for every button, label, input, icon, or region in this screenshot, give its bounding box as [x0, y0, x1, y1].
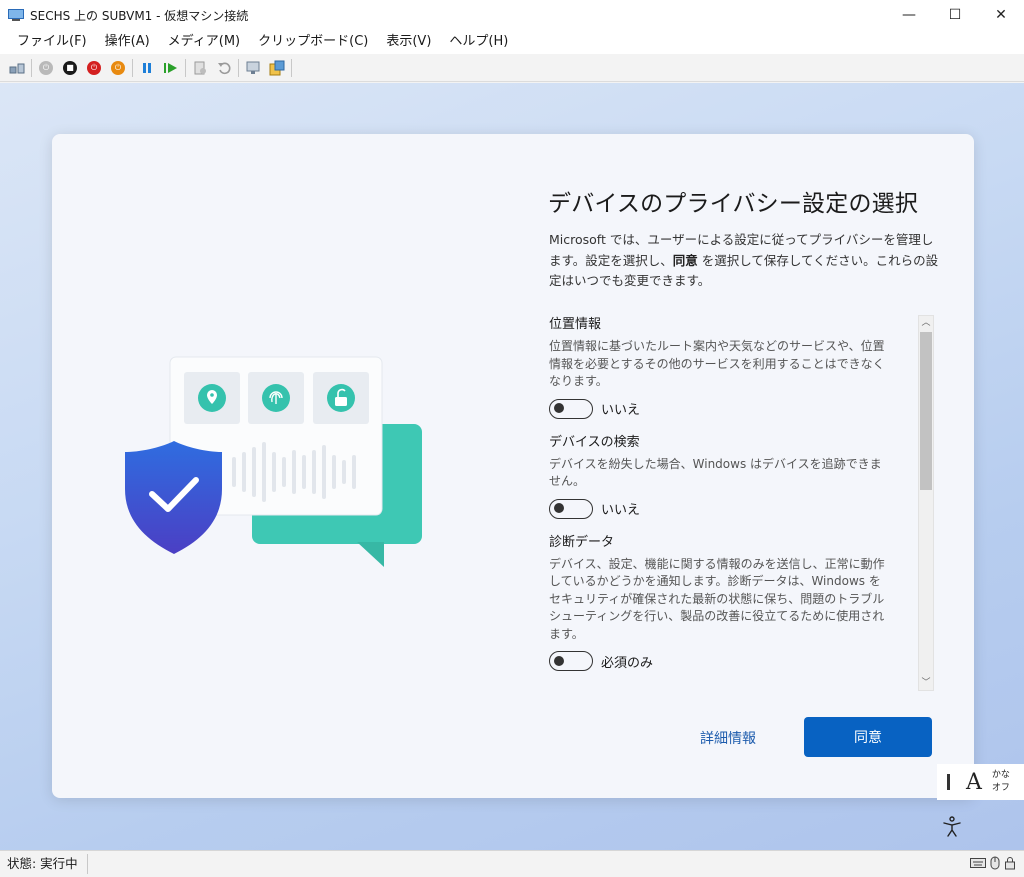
ime-cursor-icon [947, 774, 950, 790]
status-bar: 状態: 実行中 [0, 850, 1024, 877]
setting-title: 位置情報 [549, 317, 602, 332]
vm-display[interactable]: デバイスのプライバシー設定の選択 Microsoft では、ユーザーによる設定に… [0, 83, 1024, 850]
privacy-illustration [125, 356, 422, 567]
setting-title: 診断データ [549, 534, 615, 550]
revert-button[interactable] [212, 57, 236, 79]
setting-title: デバイスの検索 [549, 434, 640, 450]
toggle-state-label: いいえ [601, 403, 641, 418]
toolbar-separator [238, 58, 239, 77]
resume-icon [164, 62, 177, 73]
diagnostic-data-toggle[interactable] [549, 651, 593, 671]
scroll-up-icon[interactable]: ︿ [919, 316, 933, 330]
close-icon: ✕ [995, 7, 1007, 23]
enhanced-session-button[interactable] [241, 57, 265, 79]
checkpoint-button[interactable] [188, 57, 212, 79]
minimize-icon: — [902, 7, 916, 23]
menu-file[interactable]: ファイル(F) [8, 30, 96, 54]
chat-bubble-tail [357, 542, 384, 567]
toolbar-separator [132, 58, 133, 77]
pause-button[interactable] [135, 57, 159, 79]
toggle-state-label: 必須のみ [601, 655, 654, 671]
share-icon [269, 60, 285, 75]
ime-kana-status: かな オフ [992, 769, 1010, 795]
settings-list: 位置情報 位置情報に基づいたルート案内や天気などのサービスや、位置情報を必要とす… [549, 315, 894, 685]
menu-action[interactable]: 操作(A) [96, 30, 159, 54]
start-icon: ⏻ [39, 60, 53, 75]
enhanced-session-icon [246, 61, 260, 74]
setting-location: 位置情報 位置情報に基づいたルート案内や天気などのサービスや、位置情報を必要とす… [549, 315, 894, 419]
vm-connection-icon [8, 9, 24, 21]
menu-media[interactable]: メディア(M) [159, 30, 249, 54]
setting-description: 位置情報に基づいたルート案内や天気などのサービスや、位置情報を必要とするその他の… [549, 339, 885, 388]
maximize-button[interactable]: ☐ [932, 0, 978, 30]
lock-icon [1005, 857, 1015, 870]
start-button[interactable]: ⏻ [34, 57, 58, 79]
toolbar-separator [185, 58, 186, 77]
setting-description: デバイスを紛失した場合、Windows はデバイスを追跡できません。 [549, 456, 882, 489]
resume-button[interactable] [159, 57, 183, 79]
title-bar: SECHS 上の SUBVM1 - 仮想マシン接続 — ☐ ✕ [0, 0, 1024, 30]
revert-icon [218, 62, 231, 74]
privacy-settings-panel: デバイスのプライバシー設定の選択 Microsoft では、ユーザーによる設定に… [52, 134, 974, 798]
pause-icon [143, 62, 151, 73]
scrollbar-thumb[interactable] [920, 332, 932, 490]
turn-off-icon: ■ [63, 60, 77, 75]
toolbar: ⏻ ■ ⏻ ⏻ [0, 54, 1024, 82]
accept-button[interactable]: 同意 [804, 717, 932, 757]
minimize-button[interactable]: — [886, 0, 932, 30]
intro-agree-emphasis: 同意 [672, 252, 698, 268]
menu-help[interactable]: ヘルプ(H) [440, 30, 517, 54]
turn-off-button[interactable]: ■ [58, 57, 82, 79]
vm-status-text: 状態: 実行中 [0, 854, 88, 874]
setting-description: デバイス、設定、機能に関する情報のみを送信し、正常に動作しているかどうかを通知し… [549, 556, 885, 641]
scroll-down-icon[interactable]: ﹀ [919, 676, 933, 690]
close-button[interactable]: ✕ [978, 0, 1024, 30]
learn-more-link[interactable]: 詳細情報 [700, 728, 756, 748]
ime-mode-letter: A [966, 769, 982, 795]
intro-text: Microsoft では、ユーザーによる設定に従ってプライバシーを管理します。設… [549, 230, 939, 292]
menu-clipboard[interactable]: クリップボード(C) [249, 30, 377, 54]
accessibility-icon[interactable] [940, 815, 964, 839]
save-state-icon: ⏻ [111, 60, 125, 75]
shutdown-icon: ⏻ [87, 60, 101, 75]
toolbar-separator [291, 58, 292, 77]
window-title: SECHS 上の SUBVM1 - 仮想マシン接続 [30, 8, 249, 23]
save-state-button[interactable]: ⏻ [106, 57, 130, 79]
share-button[interactable] [265, 57, 289, 79]
menu-bar: ファイル(F) 操作(A) メディア(M) クリップボード(C) 表示(V) ヘ… [0, 30, 1024, 54]
mouse-icon [990, 856, 1000, 870]
location-toggle[interactable] [549, 398, 593, 419]
ime-kana-line-2: オフ [991, 783, 1010, 793]
toolbar-separator [31, 58, 32, 77]
setting-find-my-device: デバイスの検索 デバイスを紛失した場合、Windows はデバイスを追跡できませ… [549, 433, 894, 519]
maximize-icon: ☐ [948, 7, 962, 23]
shield-icon [125, 441, 222, 554]
settings-scrollbar[interactable]: ︿ ﹀ [918, 315, 934, 691]
ime-kana-line-1: かな [991, 770, 1010, 780]
ime-indicator[interactable]: A かな オフ [937, 764, 1024, 800]
ctrl-alt-del-button[interactable] [5, 57, 29, 79]
keyboard-icon [970, 858, 986, 868]
shutdown-button[interactable]: ⏻ [82, 57, 106, 79]
ctrl-alt-del-icon [9, 63, 25, 73]
setting-diagnostic-data: 診断データ デバイス、設定、機能に関する情報のみを送信し、正常に動作しているかど… [549, 533, 894, 671]
toggle-state-label: いいえ [601, 503, 641, 518]
find-my-device-toggle[interactable] [549, 498, 593, 519]
page-title: デバイスのプライバシー設定の選択 [548, 191, 919, 217]
menu-view[interactable]: 表示(V) [377, 30, 440, 54]
checkpoint-icon [194, 61, 206, 74]
